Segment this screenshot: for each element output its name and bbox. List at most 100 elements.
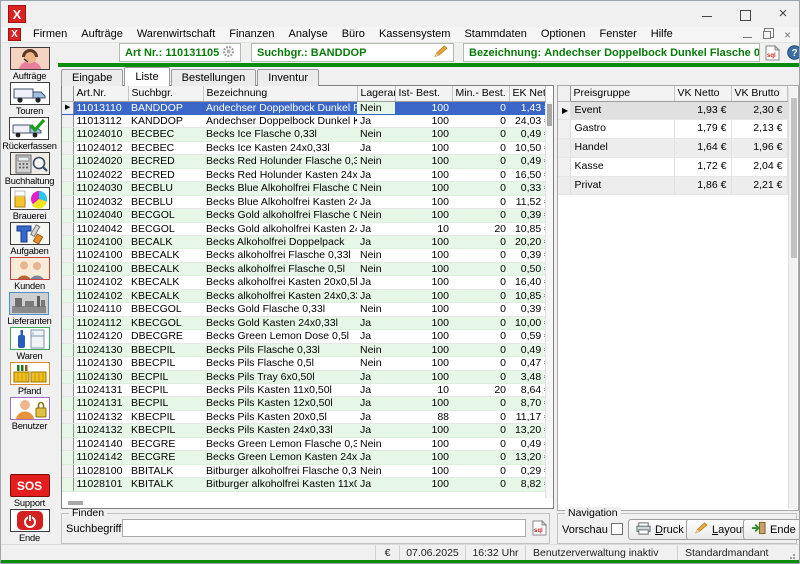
pencil-icon[interactable] xyxy=(433,45,448,61)
article-row[interactable]: 11028100BBITALKBitburger alkoholfrei Fla… xyxy=(62,464,545,477)
status-bar: € 07.06.2025 16:32 Uhr Benutzerverwaltun… xyxy=(1,544,799,560)
column-header[interactable]: VK Netto xyxy=(674,86,731,101)
search-term-input[interactable] xyxy=(122,519,526,537)
article-row[interactable]: 11024110BBECGOLBecks Gold Flasche 0,33lN… xyxy=(62,303,545,316)
menu-item[interactable]: Fenster xyxy=(593,27,644,42)
gear-icon[interactable] xyxy=(222,45,235,61)
mdi-close-button[interactable]: × xyxy=(784,29,791,41)
menu-item[interactable]: Hilfe xyxy=(644,27,680,42)
column-header[interactable]: EK Netto xyxy=(509,86,545,101)
exit-button[interactable]: Ende xyxy=(743,519,800,540)
tab[interactable]: Bestellungen xyxy=(171,69,257,86)
sql-icon[interactable]: sql xyxy=(763,44,781,61)
article-row[interactable]: 11024131BECPILBecks Pils Kasten 12x0,50l… xyxy=(62,397,545,410)
sidebar-item-auftraege[interactable]: Aufträge xyxy=(10,47,50,81)
menu-item[interactable]: Warenwirtschaft xyxy=(130,27,222,42)
preview-checkbox[interactable] xyxy=(611,523,623,535)
column-header[interactable]: Lagerartik xyxy=(357,86,395,101)
price-row[interactable]: Gastro1,79 €2,13 € xyxy=(558,120,787,139)
article-row[interactable]: 11024142BECGREBecks Green Lemon Kasten 2… xyxy=(62,451,545,464)
column-header[interactable]: Bezeichnung xyxy=(203,86,357,101)
sidebar-item-waren[interactable]: Waren xyxy=(10,327,50,361)
price-row[interactable]: Handel1,64 €1,96 € xyxy=(558,139,787,158)
column-header[interactable]: VK Brutto xyxy=(731,86,787,101)
sidebar-item-lieferanten[interactable]: Lieferanten xyxy=(7,292,51,326)
sidebar-item-benutzer[interactable]: Benutzer xyxy=(10,397,50,431)
menu-item[interactable]: Optionen xyxy=(534,27,593,42)
close-button[interactable]: × xyxy=(777,8,789,20)
search-abbrev-text: Suchbgr.: BANDDOP xyxy=(257,47,366,59)
price-vertical-scrollbar-thumb[interactable] xyxy=(791,98,797,258)
article-row[interactable]: 11024020BECREDBecks Red Holunder Flasche… xyxy=(62,155,545,168)
article-row[interactable]: 11024042BECGOLBecks Gold alkoholfrei Kas… xyxy=(62,222,545,235)
column-header[interactable]: Art.Nr. xyxy=(73,86,128,101)
article-row[interactable]: ▶11013110BANDDOPAndechser Doppelbock Dun… xyxy=(62,101,545,114)
article-row[interactable]: 11024022BECREDBecks Red Holunder Kasten … xyxy=(62,168,545,181)
article-row[interactable]: 11024132KBECPILBecks Pils Kasten 20x0,5l… xyxy=(62,410,545,423)
article-row[interactable]: 11024131BECPILBecks Pils Kasten 11x0,50l… xyxy=(62,384,545,397)
article-row[interactable]: 11024132KBECPILBecks Pils Kasten 24x0,33… xyxy=(62,424,545,437)
article-row[interactable]: 11024130BBECPILBecks Pils Flasche 0,33lN… xyxy=(62,343,545,356)
help-icon[interactable]: ? xyxy=(785,44,800,61)
article-number-field[interactable]: Art Nr.: 110131105 xyxy=(119,43,241,62)
sidebar-item-rueckerfassen[interactable]: Rückerfassen xyxy=(2,117,56,151)
article-row[interactable]: 11024112KBECGOLBecks Gold Kasten 24x0,33… xyxy=(62,316,545,329)
sidebar-item-brauerei[interactable]: Brauerei xyxy=(10,187,50,221)
article-row[interactable]: 11024010BECBECBecks Ice Flasche 0,33lNei… xyxy=(62,128,545,141)
resize-grip[interactable] xyxy=(789,552,797,560)
article-row[interactable]: 11024012BECBECBecks Ice Kasten 24x0,33lJ… xyxy=(62,141,545,154)
article-row[interactable]: 11024100BBECALKBecks alkoholfrei Flasche… xyxy=(62,262,545,275)
article-row[interactable]: 11024140BECGREBecks Green Lemon Flasche … xyxy=(62,437,545,450)
mdi-restore-button[interactable] xyxy=(763,31,771,39)
description-field[interactable]: Bezeichnung: Andechser Doppelbock Dunkel… xyxy=(463,43,760,62)
mdi-minimize-button[interactable] xyxy=(743,37,752,38)
article-row[interactable]: 11028101KBITALKBitburger alkoholfrei Kas… xyxy=(62,478,545,491)
article-row[interactable]: 11024100BECALKBecks Alkoholfrei Doppelpa… xyxy=(62,236,545,249)
price-row[interactable]: Kasse1,72 €2,04 € xyxy=(558,157,787,176)
column-header[interactable]: Min.- Best. xyxy=(452,86,509,101)
article-row[interactable]: 11024130BECPILBecks Pils Tray 6x0,50lJa1… xyxy=(62,370,545,383)
menu-item[interactable]: Kassensystem xyxy=(372,27,458,42)
article-row[interactable]: 11024102KBECALKBecks alkoholfrei Kasten … xyxy=(62,289,545,302)
sidebar-item-ende[interactable]: Ende xyxy=(10,509,50,543)
price-row[interactable]: ▶Event1,93 €2,30 € xyxy=(558,101,787,120)
grid-vertical-scrollbar[interactable] xyxy=(545,102,553,498)
article-row[interactable]: 11024100BBECALKBecks alkoholfrei Flasche… xyxy=(62,249,545,262)
column-header[interactable]: Suchbgr. xyxy=(128,86,203,101)
article-row[interactable]: 11024030BECBLUBecks Blue Alkoholfrei Fla… xyxy=(62,182,545,195)
column-header[interactable]: Preisgruppe xyxy=(570,86,674,101)
article-row[interactable]: 11024102KBECALKBecks alkoholfrei Kasten … xyxy=(62,276,545,289)
menu-item[interactable]: Analyse xyxy=(282,27,335,42)
sidebar-item-buchhaltung[interactable]: Buchhaltung xyxy=(5,152,55,186)
menu-item[interactable]: Firmen xyxy=(26,27,74,42)
price-row[interactable]: Privat1,86 €2,21 € xyxy=(558,176,787,195)
sidebar-item-kunden[interactable]: Kunden xyxy=(10,257,50,291)
article-row[interactable]: 11024032BECBLUBecks Blue Alkoholfrei Kas… xyxy=(62,195,545,208)
article-row[interactable]: 11024120DBECGREBecks Green Lemon Dose 0,… xyxy=(62,330,545,343)
tab[interactable]: Liste xyxy=(124,67,169,86)
grid-vertical-scrollbar-thumb[interactable] xyxy=(547,104,552,126)
sidebar-item-pfand[interactable]: Pfand xyxy=(10,362,50,396)
search-abbrev-field[interactable]: Suchbgr.: BANDDOP xyxy=(251,43,454,62)
tab[interactable]: Eingabe xyxy=(61,69,123,86)
print-button[interactable]: Druck xyxy=(628,519,692,540)
article-row[interactable]: 11013112KANDDOPAndechser Doppelbock Dunk… xyxy=(62,114,545,127)
status-currency: € xyxy=(375,545,399,560)
article-row[interactable]: 11024040BECGOLBecks Gold alkoholfrei Fla… xyxy=(62,209,545,222)
sql-icon[interactable]: sql xyxy=(530,519,548,537)
sidebar-item-touren[interactable]: Touren xyxy=(10,82,50,116)
menu-item[interactable]: Büro xyxy=(335,27,372,42)
minimize-button[interactable] xyxy=(701,8,713,20)
column-header[interactable]: Ist- Best. xyxy=(395,86,452,101)
grid-horizontal-scrollbar-thumb[interactable] xyxy=(68,501,83,505)
sidebar-item-support[interactable]: SOS Support xyxy=(10,474,50,508)
article-row[interactable]: 11024130BBECPILBecks Pils Flasche 0,5lNe… xyxy=(62,357,545,370)
svg-text:?: ? xyxy=(791,48,797,59)
menu-item[interactable]: Finanzen xyxy=(222,27,281,42)
sidebar-item-aufgaben[interactable]: Aufgaben xyxy=(10,222,50,256)
tab[interactable]: Inventur xyxy=(257,69,319,86)
customers-icon xyxy=(10,257,50,280)
menu-item[interactable]: Stammdaten xyxy=(457,27,533,42)
menu-item[interactable]: Aufträge xyxy=(74,27,130,42)
maximize-button[interactable] xyxy=(739,8,751,20)
